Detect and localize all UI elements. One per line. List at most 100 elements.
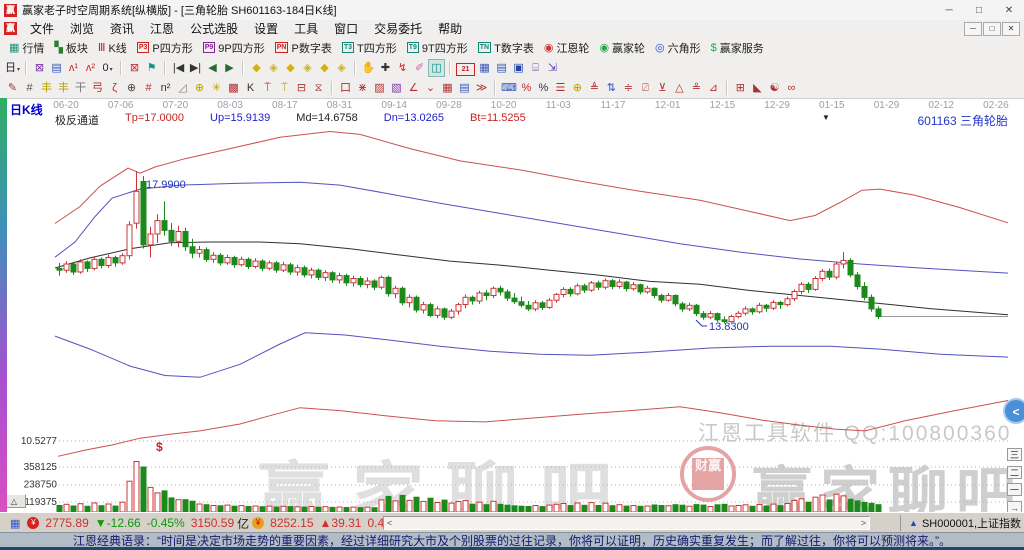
draw-icon-2-11[interactable]: ≗ bbox=[689, 80, 704, 96]
draw-icon-2-1[interactable]: % bbox=[519, 80, 534, 96]
nav-icon-3-0[interactable]: |◀ bbox=[171, 60, 186, 76]
kline-chart[interactable]: 10.5277 358125 238750 119375 17.9900 13.8300 $ bbox=[0, 123, 1024, 513]
toolbar-button-赢家轮[interactable]: ◉ 赢家轮 bbox=[594, 39, 650, 57]
draw-icon-2-3[interactable]: ☰ bbox=[553, 80, 568, 96]
menu-item-6[interactable]: 设置 bbox=[246, 20, 286, 37]
draw-icon-2-2[interactable]: % bbox=[536, 80, 551, 96]
nav-icon-2-1[interactable]: ⚑ bbox=[144, 60, 159, 76]
minimize-button[interactable]: ─ bbox=[934, 1, 964, 20]
nav-icon-4-4[interactable]: ◆ bbox=[317, 60, 332, 76]
toolbar-button-江恩轮[interactable]: ◉ 江恩轮 bbox=[539, 39, 595, 57]
menu-item-3[interactable]: 资讯 bbox=[102, 20, 142, 37]
toolbar-button-9P四方形[interactable]: P9 9P四方形 bbox=[198, 39, 270, 57]
nav-icon-6-0[interactable]: 21 bbox=[456, 62, 476, 76]
draw-icon-0-7[interactable]: ⊕ bbox=[124, 80, 139, 96]
draw-icon-0-16[interactable]: ⍡ bbox=[277, 80, 292, 96]
nav-icon-6-3[interactable]: ▣ bbox=[511, 60, 526, 76]
sse-index-icon[interactable]: ¥ bbox=[27, 517, 40, 529]
draw-icon-0-13[interactable]: ▩ bbox=[226, 80, 241, 96]
nav-icon-4-0[interactable]: ◆ bbox=[249, 60, 264, 76]
collapse-panel-button[interactable]: < bbox=[1003, 398, 1024, 424]
pane-layout-button-3[interactable]: 一 bbox=[1007, 483, 1022, 497]
toolbar-button-T数字表[interactable]: TN T数字表 bbox=[473, 39, 539, 57]
draw-icon-3-0[interactable]: ⊞ bbox=[733, 80, 748, 96]
menu-item-9[interactable]: 交易委托 bbox=[366, 20, 430, 37]
draw-icon-2-6[interactable]: ⇅ bbox=[604, 80, 619, 96]
nav-icon-1-0[interactable]: ⊠ bbox=[32, 60, 47, 76]
menu-item-1[interactable]: 文件 bbox=[22, 20, 62, 37]
toolbar-button-板块[interactable]: ▚ 板块 bbox=[49, 39, 92, 57]
child-close-button[interactable]: ✕ bbox=[1002, 21, 1020, 36]
pane-layout-button-1[interactable]: 三 bbox=[1007, 448, 1022, 461]
menu-item-7[interactable]: 工具 bbox=[286, 20, 326, 37]
nav-icon-5-1[interactable]: ✚ bbox=[378, 60, 393, 76]
nav-icon-1-1[interactable]: ▤ bbox=[49, 60, 64, 76]
draw-icon-0-6[interactable]: ζ bbox=[107, 80, 122, 96]
nav-icon-5-3[interactable]: ✐ bbox=[412, 60, 427, 76]
toolbar-button-9T四方形[interactable]: T9 9T四方形 bbox=[402, 39, 473, 57]
pane-layout-button-2[interactable]: 二 bbox=[1007, 465, 1022, 479]
toolbar-button-P四方形[interactable]: P3 P四方形 bbox=[132, 39, 198, 57]
current-symbol-label[interactable]: ▲ SH000001,上证指数 bbox=[900, 515, 1021, 531]
nav-icon-4-3[interactable]: ◈ bbox=[300, 60, 315, 76]
menu-item-10[interactable]: 帮助 bbox=[430, 20, 470, 37]
nav-icon-5-0[interactable]: ✋ bbox=[361, 60, 376, 76]
nav-icon-1-3[interactable]: ʌ² bbox=[83, 60, 98, 76]
draw-icon-1-4[interactable]: ∠ bbox=[406, 80, 421, 96]
draw-icon-0-8[interactable]: # bbox=[141, 80, 156, 96]
nav-icon-5-2[interactable]: ↯ bbox=[395, 60, 410, 76]
draw-icon-0-10[interactable]: ◿ bbox=[175, 80, 190, 96]
scroll-left-arrow-icon[interactable]: < bbox=[387, 518, 392, 528]
draw-icon-1-7[interactable]: ▤ bbox=[457, 80, 472, 96]
draw-icon-0-15[interactable]: ⍑ bbox=[260, 80, 275, 96]
nav-icon-6-5[interactable]: ⇲ bbox=[545, 60, 560, 76]
menu-item-8[interactable]: 窗口 bbox=[326, 20, 366, 37]
restore-button[interactable]: □ bbox=[964, 1, 994, 20]
draw-icon-2-4[interactable]: ⊕ bbox=[570, 80, 585, 96]
draw-icon-0-2[interactable]: 丰 bbox=[39, 80, 54, 96]
nav-icon-6-1[interactable]: ▦ bbox=[477, 60, 492, 76]
draw-icon-2-8[interactable]: ⍁ bbox=[638, 80, 653, 96]
draw-icon-2-10[interactable]: △ bbox=[672, 80, 687, 96]
nav-icon-4-2[interactable]: ◆ bbox=[283, 60, 298, 76]
nav-icon-2-0[interactable]: ⊠ bbox=[127, 60, 142, 76]
draw-icon-1-8[interactable]: ≫ bbox=[474, 80, 489, 96]
quote-scrollbar[interactable]: < > bbox=[383, 516, 870, 530]
toolbar-button-T四方形[interactable]: T3 T四方形 bbox=[337, 39, 402, 57]
nav-icon-4-1[interactable]: ◈ bbox=[266, 60, 281, 76]
nav-icon-6-2[interactable]: ▤ bbox=[494, 60, 509, 76]
draw-icon-2-0[interactable]: ⌨ bbox=[501, 80, 517, 96]
draw-icon-0-4[interactable]: 干 bbox=[73, 80, 88, 96]
close-button[interactable]: ✕ bbox=[994, 1, 1024, 20]
draw-icon-0-17[interactable]: ⊟ bbox=[294, 80, 309, 96]
draw-icon-2-12[interactable]: ⊿ bbox=[706, 80, 721, 96]
draw-icon-2-7[interactable]: ≑ bbox=[621, 80, 636, 96]
draw-icon-0-9[interactable]: n² bbox=[158, 80, 173, 96]
draw-icon-0-5[interactable]: 弓 bbox=[90, 80, 105, 96]
draw-icon-1-6[interactable]: ▦ bbox=[440, 80, 455, 96]
quote-grid-icon[interactable]: ▦ bbox=[10, 517, 20, 530]
draw-icon-2-5[interactable]: ≜ bbox=[587, 80, 602, 96]
draw-icon-1-2[interactable]: ▨ bbox=[372, 80, 387, 96]
draw-icon-2-9[interactable]: ⊻ bbox=[655, 80, 670, 96]
draw-icon-3-2[interactable]: ☯ bbox=[767, 80, 782, 96]
toolbar-button-赢家服务[interactable]: $ 赢家服务 bbox=[706, 39, 769, 57]
nav-icon-5-4[interactable]: ◫ bbox=[428, 59, 446, 77]
nav-icon-1-2[interactable]: ʌ¹ bbox=[66, 60, 81, 76]
szse-index-icon[interactable]: ¥ bbox=[252, 517, 265, 529]
child-restore-button[interactable]: □ bbox=[983, 21, 1001, 36]
child-minimize-button[interactable]: ─ bbox=[964, 21, 982, 36]
nav-icon-6-4[interactable]: ⌸ bbox=[528, 60, 543, 76]
draw-icon-0-3[interactable]: 丰 bbox=[56, 80, 71, 96]
toolbar-button-K线[interactable]: Ⅲ K线 bbox=[93, 39, 132, 57]
draw-icon-0-0[interactable]: ✎ bbox=[5, 80, 20, 96]
draw-icon-0-12[interactable]: ✳ bbox=[209, 80, 224, 96]
nav-icon-3-3[interactable]: ▶ bbox=[222, 60, 237, 76]
nav-icon-4-5[interactable]: ◈ bbox=[334, 60, 349, 76]
nav-icon-0-0[interactable]: 日▾ bbox=[5, 60, 20, 76]
nav-icon-3-1[interactable]: ▶| bbox=[188, 60, 203, 76]
menu-item-5[interactable]: 公式选股 bbox=[182, 20, 246, 37]
toolbar-button-六角形[interactable]: ◎ 六角形 bbox=[650, 39, 706, 57]
toolbar-button-P数字表[interactable]: PN P数字表 bbox=[270, 39, 337, 57]
draw-icon-3-1[interactable]: ◣ bbox=[750, 80, 765, 96]
